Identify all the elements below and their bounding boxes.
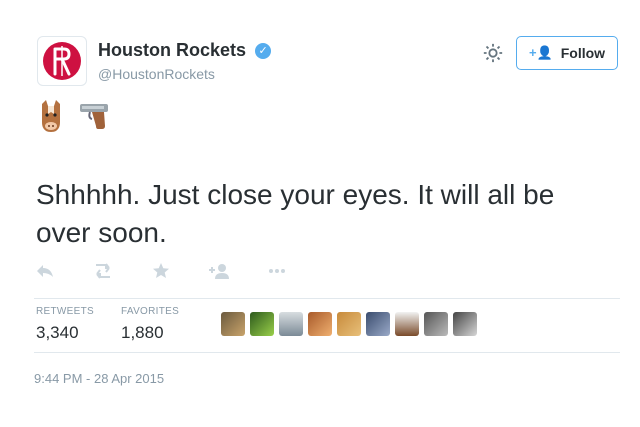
- favoriter-avatar[interactable]: [366, 312, 390, 336]
- display-name[interactable]: Houston Rockets ✓: [98, 40, 272, 61]
- favorite-icon[interactable]: [150, 262, 172, 282]
- favoriter-avatar[interactable]: [250, 312, 274, 336]
- timestamp[interactable]: 9:44 PM - 28 Apr 2015: [34, 371, 164, 386]
- favorites-stat[interactable]: FAVORITES 1,880: [121, 306, 179, 343]
- favoriter-avatar[interactable]: [395, 312, 419, 336]
- retweets-value: 3,340: [36, 323, 79, 342]
- verified-badge-icon: ✓: [255, 43, 272, 59]
- reply-icon[interactable]: [34, 262, 56, 282]
- follow-icon[interactable]: [208, 262, 230, 282]
- favoriter-avatar[interactable]: [453, 312, 477, 336]
- favorites-value: 1,880: [121, 323, 164, 342]
- tweet-text: Shhhhh. Just close your eyes. It will al…: [36, 179, 555, 248]
- favoriter-avatar[interactable]: [337, 312, 361, 336]
- avatar[interactable]: [37, 36, 87, 86]
- favoriter-avatar[interactable]: [221, 312, 245, 336]
- favorites-label: FAVORITES: [121, 306, 180, 317]
- retweets-stat[interactable]: RETWEETS 3,340: [36, 306, 94, 343]
- gear-icon[interactable]: [482, 42, 504, 64]
- favoriter-avatar[interactable]: [308, 312, 332, 336]
- horse-face-emoji: [42, 100, 60, 132]
- follow-button[interactable]: +👤 Follow: [516, 36, 618, 70]
- rockets-logo-icon: [43, 42, 81, 80]
- action-bar: [34, 262, 324, 282]
- divider: [34, 352, 620, 353]
- favoriter-avatar[interactable]: [424, 312, 448, 336]
- add-user-icon: +👤: [528, 45, 553, 60]
- favoriter-avatar[interactable]: [279, 312, 303, 336]
- more-icon[interactable]: [266, 262, 288, 282]
- divider: [34, 298, 620, 299]
- retweets-label: RETWEETS: [36, 306, 94, 317]
- emoji-row: [38, 100, 112, 134]
- retweet-icon[interactable]: [92, 262, 114, 282]
- tweet-card: Houston Rockets ✓ @HoustonRockets +👤 Fol…: [0, 0, 640, 427]
- favoriter-avatars: [221, 312, 477, 336]
- handle[interactable]: @HoustonRockets: [98, 66, 215, 82]
- pistol-emoji: [80, 104, 108, 129]
